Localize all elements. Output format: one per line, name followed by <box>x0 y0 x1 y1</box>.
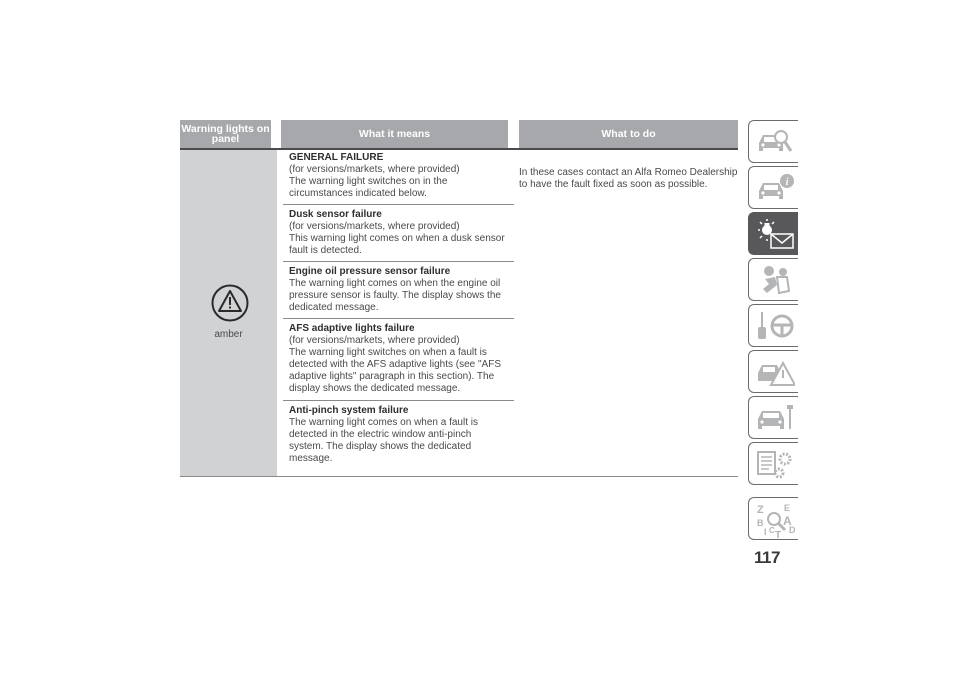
entry-general-failure: GENERAL FAILURE (for versions/markets, w… <box>289 152 514 200</box>
side-tab-maintenance[interactable] <box>748 396 798 439</box>
svg-text:T: T <box>775 530 781 538</box>
car-wrench-icon <box>758 405 793 429</box>
alphabetical-index-icon: Z E B A D I C T <box>757 503 795 538</box>
entry-line: (for versions/markets, where provided) <box>289 164 460 175</box>
entry-line: system. The display shows the dedicated <box>289 441 472 452</box>
entry-line: display shows the dedicated message. <box>289 383 461 394</box>
header-what-to-do: What to do <box>519 120 738 148</box>
entry-title: Anti-pinch system failure <box>289 405 409 416</box>
document-gears-icon <box>757 451 792 479</box>
side-tab-safety[interactable] <box>748 258 798 301</box>
entry-title: GENERAL FAILURE <box>289 152 384 163</box>
airbag-seat-icon <box>763 266 791 295</box>
entry-line: The warning light comes on when the engi… <box>289 278 501 289</box>
entry-line: The warning light switches on when a fau… <box>289 347 487 358</box>
row-divider <box>283 261 514 262</box>
row-divider <box>283 204 514 205</box>
entry-oil-pressure-sensor: Engine oil pressure sensor failure The w… <box>289 266 514 314</box>
entry-line: pressure sensor is faulty. The display s… <box>289 290 501 301</box>
entry-line: message. <box>289 453 333 464</box>
todo-line: to have the fault fixed as soon as possi… <box>519 179 708 190</box>
side-tab-index[interactable]: Z E B A D I C T <box>748 497 798 540</box>
entry-line: fault is detected. <box>289 245 362 256</box>
todo-line: In these cases contact an Alfa Romeo Dea… <box>519 167 738 178</box>
row-divider <box>283 400 514 401</box>
svg-text:i: i <box>786 177 789 188</box>
table-bottom-border <box>180 476 738 477</box>
car-info-icon: i <box>759 174 794 199</box>
entry-line: The warning light switches on in the <box>289 176 448 187</box>
car-magnifier-icon <box>759 130 793 152</box>
side-tab-getting-to-know-car[interactable] <box>748 120 798 163</box>
entry-line: dedicated message. <box>289 302 379 313</box>
entry-line: This warning light comes on when a dusk … <box>289 233 505 244</box>
entry-anti-pinch: Anti-pinch system failure The warning li… <box>289 405 514 465</box>
svg-text:B: B <box>757 518 764 528</box>
header-label: Warning lights on panel <box>181 123 270 145</box>
side-tab-car-info[interactable]: i <box>748 166 798 209</box>
car-accident-warning-icon <box>758 360 795 386</box>
svg-text:D: D <box>789 525 795 535</box>
entry-dusk-sensor: Dusk sensor failure (for versions/market… <box>289 209 514 257</box>
side-tab-starting-driving[interactable] <box>748 304 798 347</box>
side-tab-warning-lights[interactable] <box>748 212 798 255</box>
key-steering-wheel-icon <box>758 312 794 339</box>
side-tab-emergency[interactable] <box>748 350 798 393</box>
entry-line: The warning light comes on when a fault … <box>289 417 478 428</box>
light-color-label: amber <box>214 329 243 340</box>
entry-line: adaptive lights" paragraph in this secti… <box>289 371 495 382</box>
svg-text:Z: Z <box>757 504 764 516</box>
what-to-do-text: In these cases contact an Alfa Romeo Dea… <box>519 167 744 191</box>
entry-line: circumstances indicated below. <box>289 188 427 199</box>
warning-light-message-icon <box>758 219 794 249</box>
header-warning-lights: Warning lights on panel <box>180 120 271 148</box>
page-number: 117 <box>754 548 780 567</box>
header-label: What it means <box>358 128 431 140</box>
entry-line: (for versions/markets, where provided) <box>289 221 460 232</box>
svg-text:E: E <box>784 503 790 513</box>
side-tab-technical-data[interactable] <box>748 442 798 485</box>
entry-line: detected with the AFS adaptive lights (s… <box>289 359 501 370</box>
header-label: What to do <box>601 128 656 140</box>
entry-line: (for versions/markets, where provided) <box>289 335 460 346</box>
header-what-it-means: What it means <box>281 120 508 148</box>
entry-afs-lights: AFS adaptive lights failure (for version… <box>289 323 514 395</box>
entry-title: AFS adaptive lights failure <box>289 323 415 334</box>
svg-text:I: I <box>764 527 767 537</box>
warning-triangle-icon <box>211 284 249 322</box>
entry-line: detected in the electric window anti-pin… <box>289 429 472 440</box>
row-divider <box>283 318 514 319</box>
entry-title: Dusk sensor failure <box>289 209 382 220</box>
entry-title: Engine oil pressure sensor failure <box>289 266 451 277</box>
